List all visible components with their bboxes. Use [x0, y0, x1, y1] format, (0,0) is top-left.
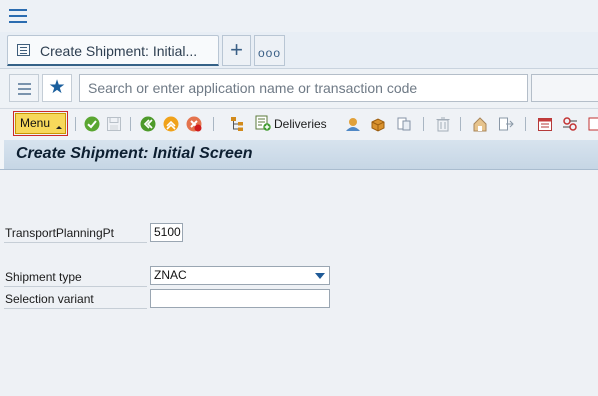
toolbar-separator — [75, 117, 76, 131]
application-toolbar: Menu Deliveries — [0, 108, 598, 141]
chevron-down-icon[interactable] — [315, 273, 325, 279]
page-title: Create Shipment: Initial Screen — [16, 145, 253, 162]
new-tab-button[interactable]: + — [222, 35, 251, 66]
shipment-type-label: Shipment type — [5, 270, 82, 284]
document-compare-icon[interactable] — [396, 116, 412, 132]
back-icon[interactable] — [140, 116, 156, 132]
deliveries-label: Deliveries — [274, 117, 327, 131]
menu-icon[interactable] — [9, 9, 27, 23]
label-underline — [4, 286, 147, 287]
shipment-type-select[interactable]: ZNAC — [150, 266, 330, 285]
transfer-icon[interactable] — [498, 116, 514, 132]
title-bar: Create Shipment: Initial Screen — [0, 140, 598, 170]
transport-planning-pt-input[interactable]: 5100 — [150, 223, 183, 242]
tab-bar: Create Shipment: Initial... + ooo — [0, 32, 598, 69]
selection-variant-label: Selection variant — [5, 292, 94, 306]
more-tabs-button[interactable]: ooo — [254, 35, 285, 66]
exit-icon[interactable] — [163, 116, 179, 132]
shell-header — [0, 0, 598, 32]
partner-icon[interactable] — [345, 116, 361, 132]
calendar-icon[interactable] — [537, 116, 553, 132]
search-input[interactable] — [79, 74, 528, 102]
list-icon-line — [18, 88, 31, 90]
shipment-type-value: ZNAC — [154, 268, 187, 282]
delete-icon[interactable] — [435, 116, 451, 132]
transport-planning-pt-label: TransportPlanningPt — [5, 226, 114, 240]
command-bar: ★ — [0, 69, 598, 107]
toolbar-separator — [213, 117, 214, 131]
tab-label: Create Shipment: Initial... — [40, 43, 198, 59]
list-icon — [18, 83, 31, 85]
plus-icon: + — [230, 37, 243, 62]
star-icon: ★ — [48, 77, 66, 98]
search-go-button[interactable] — [531, 74, 598, 102]
home-icon[interactable] — [472, 116, 488, 132]
selection-variant-input[interactable] — [150, 289, 330, 308]
list-icon-line — [18, 93, 31, 95]
save-icon[interactable] — [106, 116, 122, 132]
package-icon[interactable] — [370, 116, 386, 132]
add-delivery-icon — [255, 115, 271, 131]
toolbar-separator — [460, 117, 461, 131]
hierarchy-icon[interactable] — [229, 116, 245, 132]
cancel-icon[interactable] — [186, 116, 202, 132]
settings-switch-icon[interactable] — [562, 116, 578, 132]
toolbar-separator — [423, 117, 424, 131]
list-button[interactable] — [9, 74, 39, 102]
document-icon — [17, 44, 30, 56]
favorites-button[interactable]: ★ — [42, 74, 72, 102]
tab-create-shipment[interactable]: Create Shipment: Initial... — [7, 35, 219, 66]
label-underline — [4, 308, 147, 309]
menu-button[interactable]: Menu — [13, 111, 68, 136]
document-red-icon[interactable] — [587, 116, 598, 132]
label-underline — [4, 242, 147, 243]
toolbar-separator — [130, 117, 131, 131]
check-icon[interactable] — [84, 116, 100, 132]
toolbar-separator — [525, 117, 526, 131]
ellipsis-icon: ooo — [257, 46, 282, 60]
